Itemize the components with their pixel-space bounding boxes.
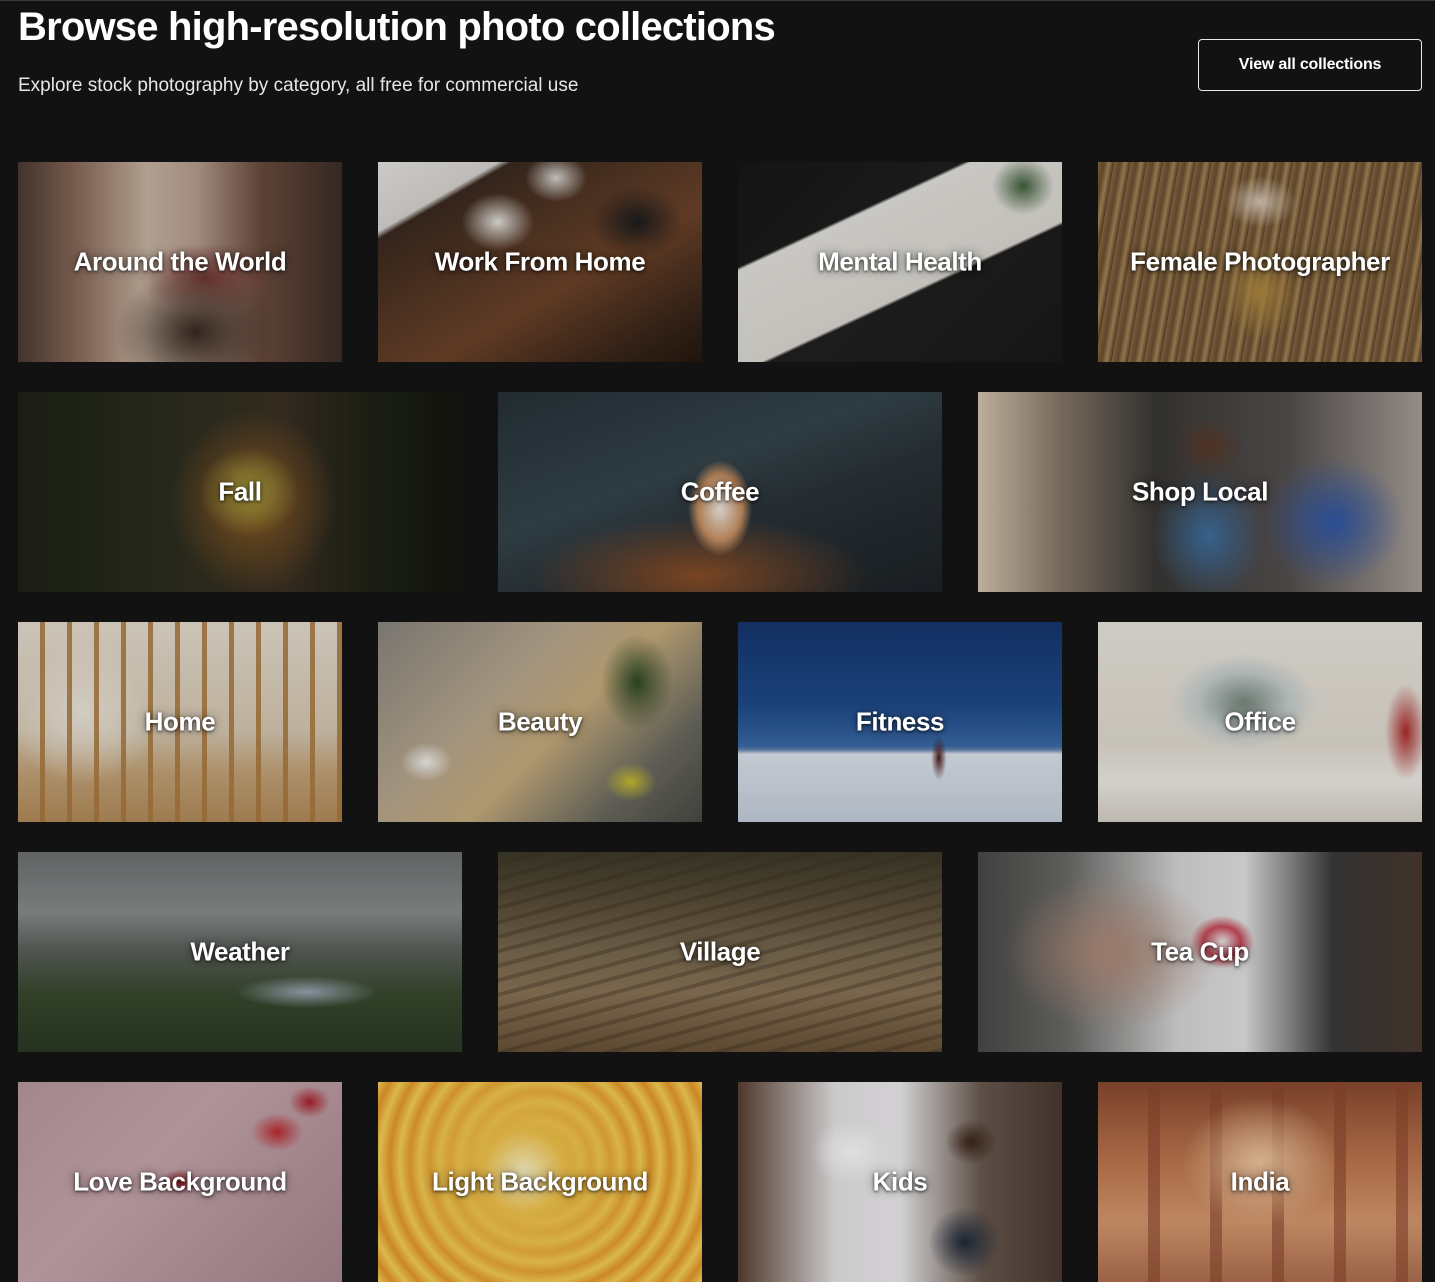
collection-label: Fall bbox=[218, 476, 262, 507]
collection-tile-home[interactable]: Home bbox=[18, 622, 342, 822]
page-title: Browse high-resolution photo collections bbox=[18, 5, 776, 49]
collection-tile-female-photographer[interactable]: Female Photographer bbox=[1098, 162, 1422, 362]
collection-label: Tea Cup bbox=[1151, 936, 1249, 967]
collection-label: Love Background bbox=[73, 1166, 287, 1197]
collection-label: Light Background bbox=[431, 1166, 649, 1197]
collection-tile-mental-health[interactable]: Mental Health bbox=[738, 162, 1062, 362]
collection-tile-around-the-world[interactable]: Around the World bbox=[18, 162, 342, 362]
collection-tile-tea-cup[interactable]: Tea Cup bbox=[978, 852, 1422, 1052]
collection-tile-work-from-home[interactable]: Work From Home bbox=[378, 162, 702, 362]
collection-label: Female Photographer bbox=[1130, 246, 1390, 277]
collection-label: Mental Health bbox=[818, 246, 982, 277]
collection-tile-shop-local[interactable]: Shop Local bbox=[978, 392, 1422, 592]
collection-tile-kids[interactable]: Kids bbox=[738, 1082, 1062, 1282]
collection-label: Work From Home bbox=[434, 246, 646, 277]
collection-tile-fall[interactable]: Fall bbox=[18, 392, 462, 592]
page-subtitle: Explore stock photography by category, a… bbox=[18, 75, 579, 96]
collection-label: Around the World bbox=[73, 246, 287, 277]
collection-label: Office bbox=[1224, 706, 1296, 737]
collection-tile-fitness[interactable]: Fitness bbox=[738, 622, 1062, 822]
collection-label: Shop Local bbox=[1131, 476, 1269, 507]
collection-label: Coffee bbox=[680, 476, 760, 507]
collection-label: Beauty bbox=[497, 706, 583, 737]
collection-label: Village bbox=[679, 936, 761, 967]
collection-tile-weather[interactable]: Weather bbox=[18, 852, 462, 1052]
collection-tile-village[interactable]: Village bbox=[498, 852, 942, 1052]
view-all-collections-button[interactable]: View all collections bbox=[1198, 39, 1422, 91]
collection-tile-light-background[interactable]: Light Background bbox=[378, 1082, 702, 1282]
collection-tile-beauty[interactable]: Beauty bbox=[378, 622, 702, 822]
collection-tile-office[interactable]: Office bbox=[1098, 622, 1422, 822]
collection-tile-love-background[interactable]: Love Background bbox=[18, 1082, 342, 1282]
collection-label: Fitness bbox=[855, 706, 945, 737]
collection-label: Kids bbox=[872, 1166, 928, 1197]
collections-page: Browse high-resolution photo collections… bbox=[0, 0, 1435, 1282]
collection-tile-coffee[interactable]: Coffee bbox=[498, 392, 942, 592]
collection-label: Weather bbox=[190, 936, 290, 967]
collection-tile-india[interactable]: India bbox=[1098, 1082, 1422, 1282]
collection-label: India bbox=[1230, 1166, 1290, 1197]
collection-label: Home bbox=[144, 706, 216, 737]
